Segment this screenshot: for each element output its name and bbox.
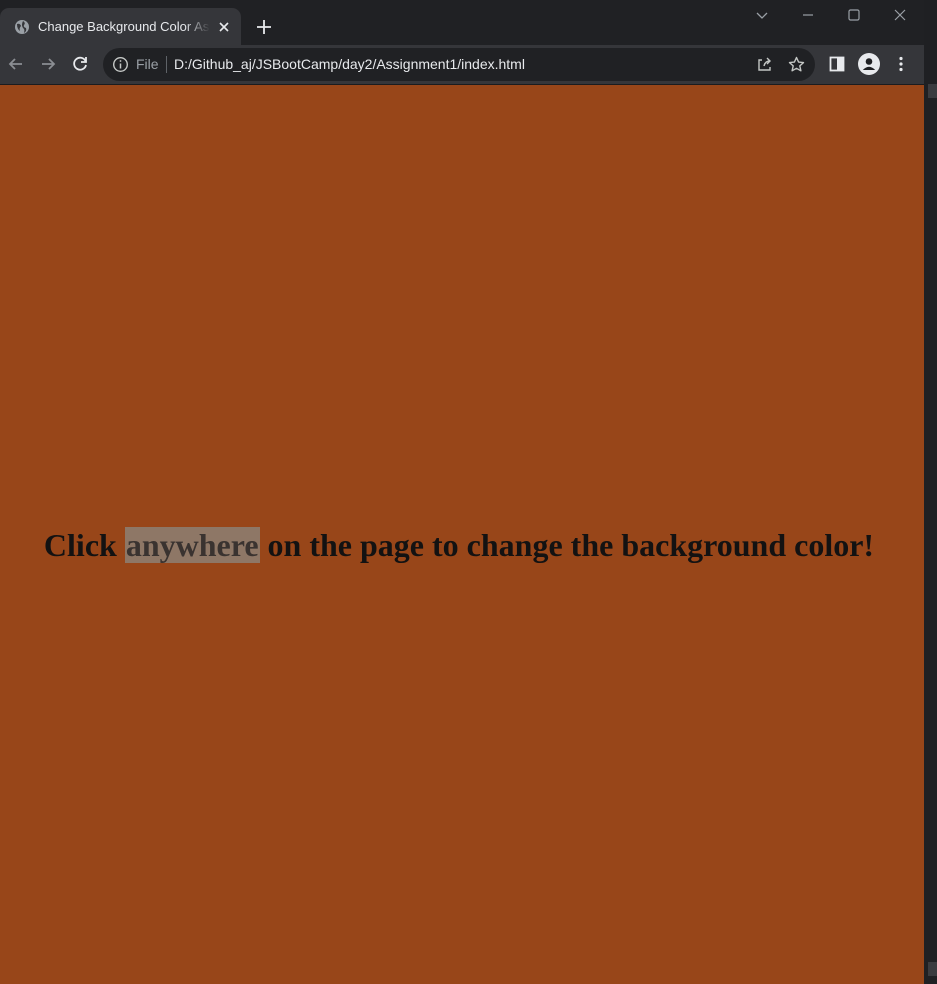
security-label: File: [136, 56, 159, 72]
address-bar[interactable]: File D:/Github_aj/JSBootCamp/day2/Assign…: [103, 48, 815, 81]
star-icon[interactable]: [787, 55, 806, 74]
url-text[interactable]: D:/Github_aj/JSBootCamp/day2/Assignment1…: [174, 56, 525, 73]
info-icon[interactable]: [112, 56, 129, 73]
chevron-down-icon[interactable]: [751, 5, 773, 27]
divider: [166, 56, 167, 73]
browser-toolbar: File D:/Github_aj/JSBootCamp/day2/Assign…: [0, 45, 924, 84]
page-body[interactable]: Click anywhere on the page to change the…: [0, 85, 924, 984]
back-icon[interactable]: [6, 54, 26, 74]
globe-icon: [14, 19, 30, 35]
reload-icon[interactable]: [70, 54, 90, 74]
tab-title: Change Background Color Assignment: [38, 19, 210, 34]
share-icon[interactable]: [755, 55, 774, 74]
menu-icon[interactable]: [891, 54, 911, 74]
tab-strip: Change Background Color Assignment: [0, 0, 924, 45]
close-tab-icon[interactable]: [216, 19, 232, 35]
selected-text: anywhere: [124, 527, 260, 563]
background-window-mark: [928, 84, 937, 98]
browser-window: Change Background Color Assignment: [0, 0, 924, 984]
page-heading: Click anywhere on the page to change the…: [0, 526, 918, 564]
background-window-mark: [928, 962, 937, 976]
heading-text-start: Click: [43, 527, 125, 563]
close-icon[interactable]: [889, 5, 911, 27]
sidepanel-icon[interactable]: [827, 54, 847, 74]
profile-icon[interactable]: [858, 53, 880, 75]
minimize-icon[interactable]: [797, 5, 819, 27]
plus-icon[interactable]: [254, 17, 274, 37]
background-window-edge: [924, 0, 937, 984]
browser-tab[interactable]: Change Background Color Assignment: [0, 8, 241, 45]
forward-icon[interactable]: [38, 54, 58, 74]
maximize-icon[interactable]: [843, 5, 865, 27]
heading-text-end: on the page to change the background col…: [259, 527, 875, 563]
